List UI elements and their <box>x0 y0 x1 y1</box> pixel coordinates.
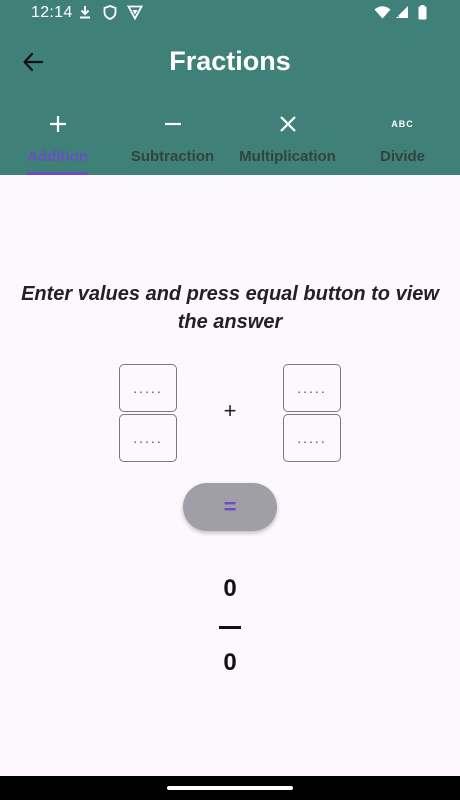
tab-label: Divide <box>379 148 425 165</box>
abc-glyph: ABC <box>391 119 414 129</box>
abc-icon: ABC <box>345 114 460 134</box>
tab-subtraction[interactable]: Subtraction <box>115 108 230 175</box>
first-numerator-input[interactable] <box>119 364 177 412</box>
equals-button[interactable]: = <box>183 483 277 531</box>
vpn-icon <box>126 4 144 20</box>
download-icon <box>78 4 92 20</box>
status-bar: 12:14 <box>0 0 460 26</box>
times-icon <box>230 114 345 134</box>
result-fraction-bar <box>219 626 241 629</box>
app-bar: Fractions <box>0 38 460 88</box>
operation-tabs: Addition Subtraction Multiplication ABC <box>0 108 460 175</box>
signal-icon <box>394 4 410 20</box>
result-denominator: 0 <box>223 649 237 676</box>
fractions-screen: 12:14 Fractions Addition Subtraction Mul… <box>0 0 460 800</box>
tab-label: Subtraction <box>130 148 215 165</box>
second-numerator-input[interactable] <box>283 364 341 412</box>
plus-icon <box>0 114 115 134</box>
tab-addition[interactable]: Addition <box>0 108 115 175</box>
instruction-text: Enter values and press equal button to v… <box>21 283 439 333</box>
tab-label: Multiplication <box>239 148 336 165</box>
operator-sign: + <box>223 398 237 423</box>
tab-divide[interactable]: ABC Divide <box>345 108 460 175</box>
status-time: 12:14 <box>31 4 73 21</box>
navigation-bar <box>0 776 460 800</box>
minus-icon <box>115 114 230 134</box>
active-tab-indicator <box>26 172 89 175</box>
first-denominator-input[interactable] <box>119 414 177 462</box>
second-denominator-input[interactable] <box>283 414 341 462</box>
result-numerator: 0 <box>223 575 237 602</box>
page-title: Fractions <box>169 46 291 76</box>
battery-icon <box>416 4 428 20</box>
app-header: 12:14 Fractions Addition Subtraction Mul… <box>0 0 460 175</box>
shield-icon <box>102 4 118 20</box>
wifi-icon <box>373 4 391 20</box>
tab-multiplication[interactable]: Multiplication <box>230 108 345 175</box>
tab-label: Addition <box>27 148 88 165</box>
home-indicator[interactable] <box>167 786 293 790</box>
